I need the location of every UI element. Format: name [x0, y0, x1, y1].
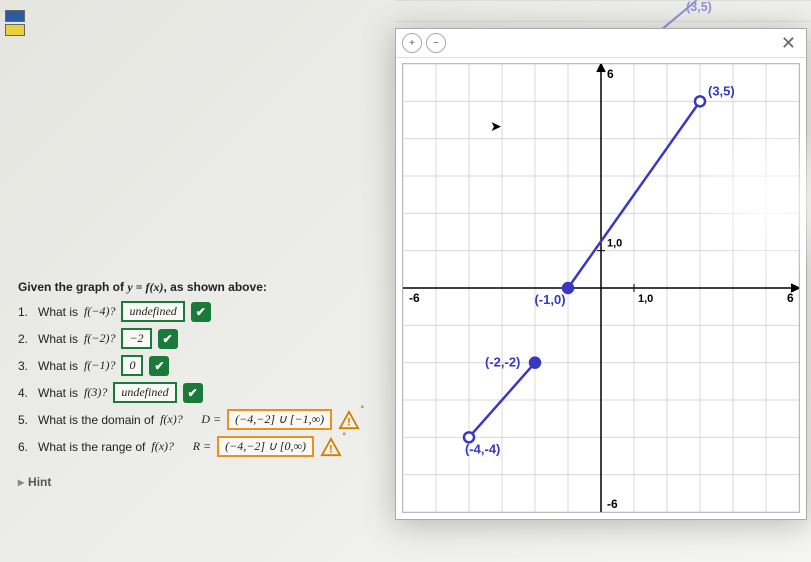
q6-prompt-a: What is the range of	[38, 440, 145, 454]
q4-prompt-b: f(3)?	[84, 385, 107, 400]
q4-answer[interactable]: undefined	[113, 382, 176, 403]
svg-text:6: 6	[787, 291, 794, 305]
svg-text:6: 6	[607, 67, 614, 81]
q1-prompt-b: f(−4)?	[84, 304, 115, 319]
intro-prefix: Given the graph of	[18, 280, 127, 294]
q2-answer[interactable]: −2	[121, 328, 151, 349]
warning-icon: ! °	[320, 437, 342, 457]
q2-prompt-a: What is	[38, 332, 78, 346]
hint-label: Hint	[28, 475, 51, 489]
q5-answer[interactable]: (−4,−2] ∪ [−1,∞)	[227, 409, 332, 430]
svg-text:(-1,0): (-1,0)	[534, 292, 565, 307]
q6-answer[interactable]: (−4,−2] ∪ [0,∞)	[217, 436, 314, 457]
intro-text: Given the graph of y = f(x), as shown ab…	[18, 280, 360, 295]
graph-popup: + − ✕ -6 6 6 -6 1,0 1,0 (-4,-4) (-2,-2) (-1,0) (3…	[395, 28, 807, 520]
check-icon: ✔	[191, 302, 211, 322]
q4-num: 4.	[18, 386, 32, 400]
q1-prompt-a: What is	[38, 305, 78, 319]
intro-equation: y = f(x)	[127, 280, 163, 294]
question-list: Given the graph of y = f(x), as shown ab…	[18, 280, 360, 489]
q3-prompt-a: What is	[38, 359, 78, 373]
question-3: 3. What is f(−1)? 0 ✔	[18, 355, 360, 376]
graph-canvas[interactable]: -6 6 6 -6 1,0 1,0 (-4,-4) (-2,-2) (-1,0) (3,5)	[402, 63, 800, 513]
q5-prompt-b: f(x)?	[160, 412, 183, 427]
q3-answer[interactable]: 0	[121, 355, 143, 376]
hint-toggle[interactable]: ▸ Hint	[18, 475, 360, 489]
intro-suffix: , as shown above:	[164, 280, 267, 294]
question-2: 2. What is f(−2)? −2 ✔	[18, 328, 360, 349]
q6-num: 6.	[18, 440, 32, 454]
svg-text:-6: -6	[607, 497, 618, 511]
q6-lhs: R =	[193, 439, 211, 454]
q5-lhs: D =	[201, 412, 221, 427]
q4-prompt-a: What is	[38, 386, 78, 400]
svg-text:-6: -6	[409, 291, 420, 305]
question-4: 4. What is f(3)? undefined ✔	[18, 382, 360, 403]
svg-text:!: !	[347, 416, 351, 428]
svg-text:(3,5): (3,5)	[708, 83, 735, 98]
graph-toolbar: + − ✕	[396, 29, 806, 58]
question-1: 1. What is f(−4)? undefined ✔	[18, 301, 360, 322]
side-mark-yellow	[5, 24, 25, 36]
question-5: 5. What is the domain of f(x)? D = (−4,−…	[18, 409, 360, 430]
q6-prompt-b: f(x)?	[151, 439, 174, 454]
check-icon: ✔	[183, 383, 203, 403]
zoom-out-icon[interactable]: −	[426, 33, 446, 53]
chevron-right-icon: ▸	[18, 475, 24, 489]
q2-num: 2.	[18, 332, 32, 346]
svg-text:!: !	[329, 443, 333, 455]
warning-icon: ! °	[338, 410, 360, 430]
question-6: 6. What is the range of f(x)? R = (−4,−2…	[18, 436, 360, 457]
svg-text:1,0: 1,0	[638, 293, 653, 305]
q3-prompt-b: f(−1)?	[84, 358, 115, 373]
side-markers	[5, 10, 25, 38]
zoom-in-icon[interactable]: +	[402, 33, 422, 53]
q2-prompt-b: f(−2)?	[84, 331, 115, 346]
q5-num: 5.	[18, 413, 32, 427]
q3-num: 3.	[18, 359, 32, 373]
q1-num: 1.	[18, 305, 32, 319]
q5-prompt-a: What is the domain of	[38, 413, 154, 427]
svg-text:1,0: 1,0	[607, 238, 622, 250]
check-icon: ✔	[149, 356, 169, 376]
svg-text:(-2,-2): (-2,-2)	[485, 355, 520, 370]
svg-text:(-4,-4): (-4,-4)	[465, 441, 500, 456]
q1-answer[interactable]: undefined	[121, 301, 184, 322]
side-mark-blue	[5, 10, 25, 22]
check-icon: ✔	[158, 329, 178, 349]
close-icon[interactable]: ✕	[777, 33, 800, 54]
